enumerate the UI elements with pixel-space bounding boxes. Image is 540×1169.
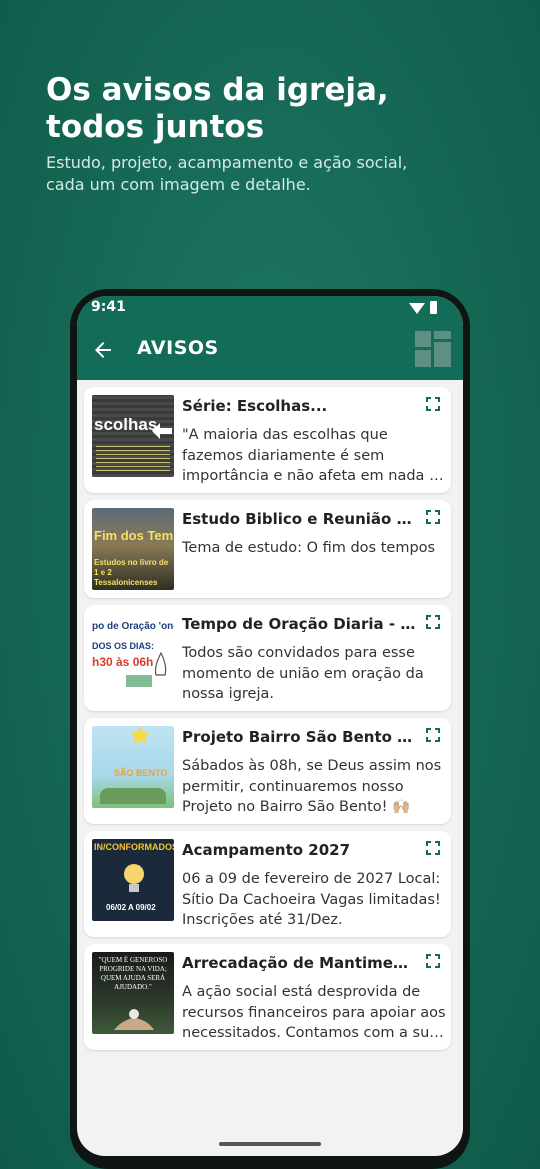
home-indicator[interactable] (219, 1142, 321, 1146)
promo-headline-line2: todos juntos (46, 109, 265, 145)
arrow-left-icon[interactable] (91, 338, 115, 362)
aviso-title: Tempo de Oração Diaria - Todos os dias (182, 615, 417, 633)
aviso-card[interactable]: SÃO BENTO Projeto Bairro São Bento para … (84, 718, 451, 824)
aviso-card[interactable]: Fim dos Tempo Estudos no livro de 1 e 2 … (84, 500, 451, 598)
expand-icon[interactable] (425, 396, 441, 412)
expand-icon[interactable] (425, 953, 441, 969)
thumb-text: po de Oração 'on-l (92, 621, 174, 632)
thumb-subtext: Estudos no livro de 1 e 2 Tessalonicense… (94, 558, 169, 587)
aviso-description: Todos são convidados para esse momento d… (182, 645, 424, 702)
thumb-subtext: DOS OS DIAS: (92, 641, 155, 651)
thumb-text: scolhas (94, 415, 158, 434)
thumb-subtext: 06/02 A 09/02 (106, 903, 156, 912)
aviso-card[interactable]: IN/CONFORMADOS 06/02 A 09/02 Acampamento… (84, 831, 451, 937)
promo-subline-line2: cada um com imagem e detalhe. (46, 175, 311, 194)
promo-subline: Estudo, projeto, acampamento e ação soci… (46, 152, 486, 196)
aviso-thumbnail: "QUEM É GENEROSO PROGRIDE NA VIDA; QUEM … (92, 952, 174, 1034)
expand-icon[interactable] (425, 509, 441, 525)
wifi-icon (409, 303, 425, 314)
aviso-thumbnail: IN/CONFORMADOS 06/02 A 09/02 (92, 839, 174, 921)
aviso-thumbnail: scolhas (92, 395, 174, 477)
aviso-title: Projeto Bairro São Bento para todos (182, 728, 417, 746)
battery-icon (430, 301, 437, 314)
expand-icon[interactable] (425, 614, 441, 630)
app-title: AVISOS (137, 337, 219, 359)
expand-icon[interactable] (425, 727, 441, 743)
status-bar: 9:41 (77, 296, 463, 322)
grid-layout-icon[interactable] (415, 331, 451, 367)
aviso-title: Arrecadação de Mantimentos (182, 954, 417, 972)
aviso-title: Estudo Biblico e Reunião de Oração (182, 510, 417, 528)
aviso-card[interactable]: po de Oração 'on-l DOS OS DIAS: h30 às 0… (84, 605, 451, 711)
aviso-title: Acampamento 2027 (182, 841, 351, 859)
aviso-description: 06 a 09 de fevereiro de 2027 Local: Síti… (182, 871, 441, 928)
aviso-title: Série: Escolhas... (182, 397, 328, 415)
thumb-time: h30 às 06h (92, 655, 154, 669)
thumb-text: SÃO BENTO (114, 768, 168, 778)
phone-screen: 9:41 AVISOS scolhas Série: Escolhas... "… (77, 296, 463, 1156)
status-time: 9:41 (91, 299, 126, 315)
aviso-card[interactable]: scolhas Série: Escolhas... "A maioria da… (84, 387, 451, 493)
thumb-text: Fim dos Tempo (94, 528, 174, 543)
aviso-thumbnail: po de Oração 'on-l DOS OS DIAS: h30 às 0… (92, 613, 174, 695)
app-bar: AVISOS (77, 322, 463, 380)
aviso-thumbnail: Fim dos Tempo Estudos no livro de 1 e 2 … (92, 508, 174, 590)
aviso-description: "A maioria das escolhas que fazemos diar… (182, 427, 438, 484)
promo-subline-line1: Estudo, projeto, acampamento e ação soci… (46, 153, 408, 172)
promo-headline-line1: Os avisos da igreja, (46, 72, 389, 108)
promo-headline: Os avisos da igreja, todos juntos (46, 72, 506, 146)
thumb-text: IN/CONFORMADOS (94, 842, 174, 852)
thumb-text: "QUEM É GENEROSO PROGRIDE NA VIDA; QUEM … (98, 956, 168, 991)
aviso-thumbnail: SÃO BENTO (92, 726, 174, 808)
aviso-description: Sábados às 08h, se Deus assim nos permit… (182, 758, 442, 815)
expand-icon[interactable] (425, 840, 441, 856)
aviso-description: Tema de estudo: O fim dos tempos (182, 540, 436, 556)
aviso-description: A ação social está desprovida de recurso… (182, 984, 446, 1041)
aviso-card[interactable]: "QUEM É GENEROSO PROGRIDE NA VIDA; QUEM … (84, 944, 451, 1050)
